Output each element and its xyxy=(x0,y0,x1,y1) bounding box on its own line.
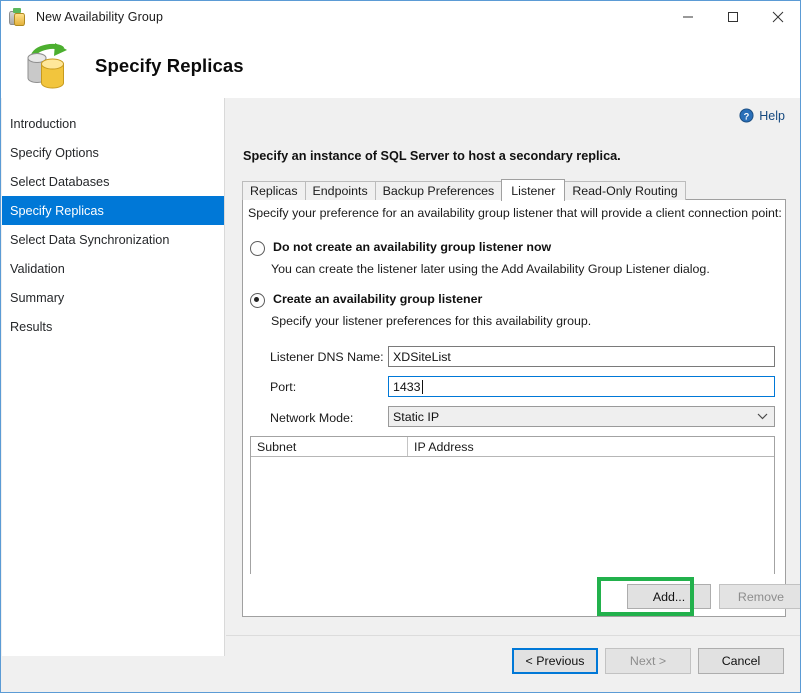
radio-description: Specify your listener preferences for th… xyxy=(271,314,591,328)
sidebar-item-select-data-synchronization[interactable]: Select Data Synchronization xyxy=(2,225,224,254)
remove-button-label: Remove xyxy=(738,590,784,604)
sidebar-item-specify-replicas[interactable]: Specify Replicas xyxy=(2,196,224,225)
tab-endpoints[interactable]: Endpoints xyxy=(305,181,376,200)
add-button-label: Add... xyxy=(653,590,685,604)
previous-button-label: < Previous xyxy=(526,654,585,668)
replica-sync-database-icon xyxy=(23,41,73,91)
new-availability-group-window: New Availability Group xyxy=(0,0,801,693)
radio-label: Create an availability group listener xyxy=(273,292,482,306)
window-title: New Availability Group xyxy=(36,10,163,24)
subnet-ip-grid[interactable]: Subnet IP Address xyxy=(250,436,775,574)
radio-do-not-create-listener[interactable]: Do not create an availability group list… xyxy=(250,240,551,256)
radio-label: Do not create an availability group list… xyxy=(273,240,551,254)
maximize-icon[interactable] xyxy=(710,1,755,33)
sidebar-item-label: Introduction xyxy=(10,117,76,131)
listener-dns-name-value: XDSiteList xyxy=(393,350,451,364)
listener-tab-panel: Specify your preference for an availabil… xyxy=(242,199,786,617)
port-input[interactable]: 1433 xyxy=(388,376,775,397)
cancel-button-label: Cancel xyxy=(722,654,761,668)
sidebar-item-results[interactable]: Results xyxy=(2,312,224,341)
text-caret xyxy=(422,380,423,394)
page-header: Specify Replicas xyxy=(1,33,800,98)
sidebar-item-summary[interactable]: Summary xyxy=(2,283,224,312)
radio-indicator xyxy=(250,293,265,308)
port-value: 1433 xyxy=(393,380,421,394)
network-mode-label: Network Mode: xyxy=(270,411,353,425)
sidebar-item-select-databases[interactable]: Select Databases xyxy=(2,167,224,196)
sidebar-item-label: Results xyxy=(10,320,52,334)
listener-dns-name-label: Listener DNS Name: xyxy=(270,350,384,364)
chevron-down-icon xyxy=(757,407,768,426)
sidebar-item-label: Select Data Synchronization xyxy=(10,233,169,247)
tab-strip: Replicas Endpoints Backup Preferences Li… xyxy=(242,178,685,200)
tab-backup-preferences[interactable]: Backup Preferences xyxy=(375,181,503,200)
help-label: Help xyxy=(759,109,785,123)
radio-indicator xyxy=(250,241,265,256)
tab-label: Replicas xyxy=(250,184,298,198)
radio-create-listener[interactable]: Create an availability group listener xyxy=(250,292,482,308)
sidebar-item-label: Summary xyxy=(10,291,64,305)
cancel-button[interactable]: Cancel xyxy=(698,648,784,674)
page-title: Specify Replicas xyxy=(95,55,244,77)
sidebar-item-label: Specify Replicas xyxy=(10,204,104,218)
network-mode-value: Static IP xyxy=(393,410,439,424)
tab-label: Endpoints xyxy=(313,184,368,198)
wizard-steps-sidebar: Introduction Specify Options Select Data… xyxy=(2,98,225,656)
remove-button: Remove xyxy=(719,584,801,609)
sidebar-item-label: Validation xyxy=(10,262,65,276)
tab-listener[interactable]: Listener xyxy=(501,179,565,201)
grid-column-ip-address: IP Address xyxy=(408,437,774,456)
grid-column-subnet: Subnet xyxy=(251,437,408,456)
sidebar-item-validation[interactable]: Validation xyxy=(2,254,224,283)
tab-read-only-routing[interactable]: Read-Only Routing xyxy=(564,181,685,200)
sidebar-item-label: Specify Options xyxy=(10,146,99,160)
panel-description: Specify your preference for an availabil… xyxy=(248,206,782,220)
sidebar-item-label: Select Databases xyxy=(10,175,109,189)
grid-header-row: Subnet IP Address xyxy=(251,437,774,457)
grid-body xyxy=(251,457,774,593)
port-label: Port: xyxy=(270,380,296,394)
database-icon xyxy=(9,8,27,26)
help-link[interactable]: ? Help xyxy=(739,108,785,123)
next-button-label: Next > xyxy=(630,654,666,668)
tab-label: Read-Only Routing xyxy=(572,184,677,198)
content-heading: Specify an instance of SQL Server to hos… xyxy=(243,149,621,163)
next-button: Next > xyxy=(605,648,691,674)
title-bar: New Availability Group xyxy=(1,1,800,33)
previous-button[interactable]: < Previous xyxy=(512,648,598,674)
sidebar-item-introduction[interactable]: Introduction xyxy=(2,109,224,138)
content-pane: ? Help Specify an instance of SQL Server… xyxy=(226,98,801,635)
window-controls xyxy=(665,1,800,33)
svg-text:?: ? xyxy=(744,111,750,121)
network-mode-select[interactable]: Static IP xyxy=(388,406,775,427)
help-circle-icon: ? xyxy=(739,108,754,123)
tab-label: Backup Preferences xyxy=(383,184,495,198)
minimize-icon[interactable] xyxy=(665,1,710,33)
tab-label: Listener xyxy=(511,184,555,198)
close-icon[interactable] xyxy=(755,1,800,33)
sidebar-item-specify-options[interactable]: Specify Options xyxy=(2,138,224,167)
tab-replicas[interactable]: Replicas xyxy=(242,181,306,200)
add-button[interactable]: Add... xyxy=(627,584,711,609)
listener-dns-name-input[interactable]: XDSiteList xyxy=(388,346,775,367)
radio-description: You can create the listener later using … xyxy=(271,262,710,276)
wizard-footer: < Previous Next > Cancel xyxy=(226,636,801,693)
